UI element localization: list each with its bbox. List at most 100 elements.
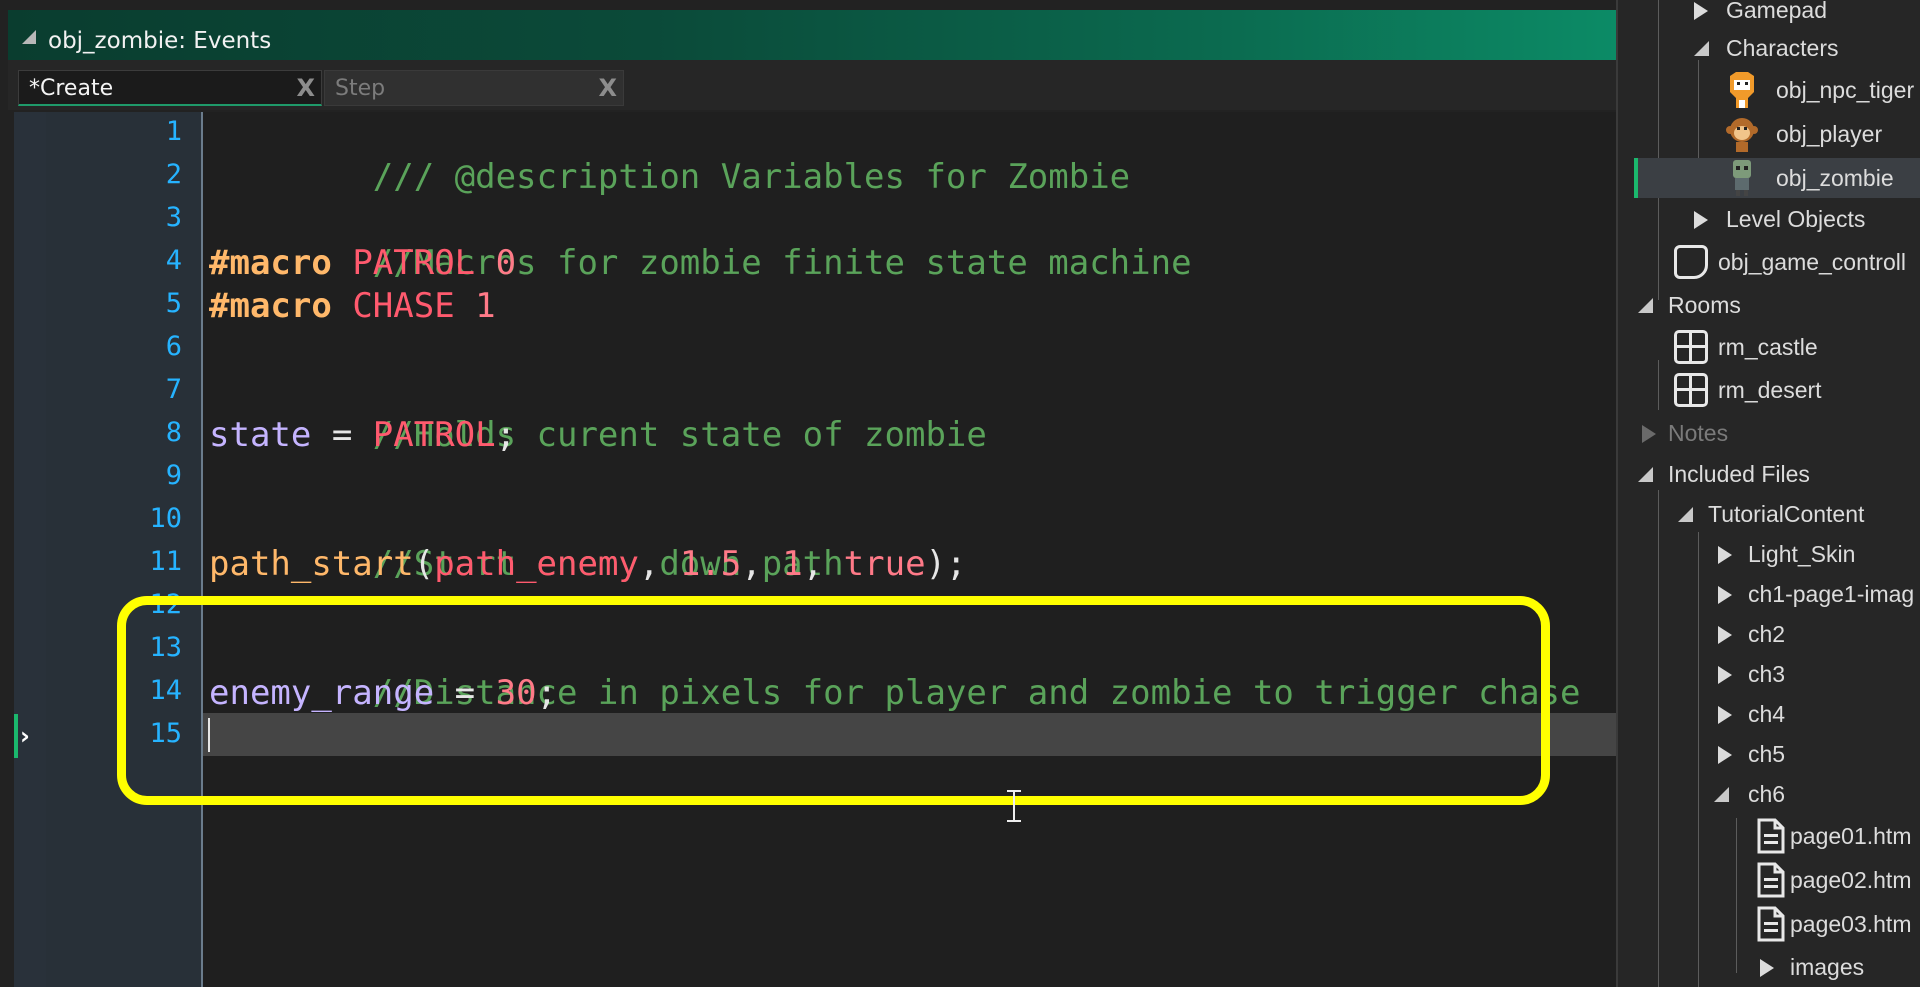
tab-create-label: *Create <box>29 76 114 101</box>
collapse-arrow-icon[interactable] <box>1678 507 1693 522</box>
tree-label: page01.htm <box>1790 823 1912 849</box>
tree-label: ch1-page1-imag <box>1748 581 1915 607</box>
tree-folder-ch1-page1-images[interactable]: ch1-page1-imag <box>1638 574 1920 614</box>
editor-title-bar[interactable]: obj_zombie: Events <box>8 10 1616 60</box>
code-line-4[interactable]: #macro PATROL 0 <box>209 242 516 285</box>
gutter-marker-column <box>14 112 46 987</box>
tab-create[interactable]: *Create X <box>18 70 322 106</box>
line-number: 10 <box>149 503 182 534</box>
code-punctuation: ); <box>925 544 967 584</box>
tab-step[interactable]: Step X <box>324 70 624 106</box>
expand-arrow-icon[interactable] <box>1694 2 1708 20</box>
line-number-gutter: 1 2 3 4 5 6 7 8 9 10 11 12 13 14 15 <box>46 112 203 987</box>
code-punctuation: ( <box>413 544 435 584</box>
tree-label: Notes <box>1668 420 1729 446</box>
tree-folder-included-files[interactable]: Included Files <box>1618 454 1920 494</box>
line-number: 3 <box>165 202 182 233</box>
tree-folder-ch3[interactable]: ch3 <box>1638 654 1920 694</box>
tree-folder-ch4[interactable]: ch4 <box>1638 694 1920 734</box>
line-number: 9 <box>165 460 182 491</box>
code-line-5[interactable]: #macro CHASE 1 <box>209 285 496 328</box>
tree-item-page02[interactable]: page02.htm <box>1638 860 1920 900</box>
collapse-arrow-icon[interactable] <box>1694 41 1709 56</box>
tree-item-obj-npc-tiger[interactable]: obj_npc_tiger <box>1638 70 1920 110</box>
code-line-11[interactable]: path_start(path_enemy, 1.5, 1, true); <box>209 543 967 586</box>
code-constant: CHASE <box>352 286 455 326</box>
tree-folder-gamepad[interactable]: Gamepad <box>1638 0 1920 30</box>
tab-create-close-icon[interactable]: X <box>296 71 315 105</box>
code-number: 1 <box>475 286 496 326</box>
tree-label: TutorialContent <box>1708 501 1865 527</box>
tree-folder-ch2[interactable]: ch2 <box>1638 614 1920 654</box>
tree-item-rm-castle[interactable]: rm_castle <box>1638 327 1920 367</box>
zombie-sprite-icon <box>1733 160 1751 196</box>
code-line-8[interactable]: state = PATROL; <box>209 414 516 457</box>
collapse-arrow-icon[interactable] <box>1714 787 1729 802</box>
window-collapse-icon[interactable] <box>22 30 36 44</box>
code-keyword: #macro <box>209 286 332 326</box>
tree-label: page02.htm <box>1790 867 1912 893</box>
tree-folder-characters[interactable]: Characters <box>1638 28 1920 68</box>
tab-step-close-icon[interactable]: X <box>598 71 617 105</box>
code-punctuation: , <box>741 544 783 584</box>
expand-arrow-icon[interactable] <box>1718 586 1732 604</box>
tree-label: ch4 <box>1748 701 1786 727</box>
line-number: 4 <box>165 245 182 276</box>
code-variable: state <box>209 415 312 455</box>
line-number: 8 <box>165 417 182 448</box>
selection-marker <box>1634 158 1638 198</box>
tree-label: ch3 <box>1748 661 1786 687</box>
expand-arrow-icon[interactable] <box>1694 211 1708 229</box>
tree-folder-rooms[interactable]: Rooms <box>1618 285 1920 325</box>
expand-arrow-icon[interactable] <box>1718 746 1732 764</box>
line-number: 7 <box>165 374 182 405</box>
expand-arrow-icon[interactable] <box>1718 546 1732 564</box>
tree-folder-ch5[interactable]: ch5 <box>1638 734 1920 774</box>
expand-arrow-icon[interactable] <box>1718 706 1732 724</box>
tree-label: Gamepad <box>1726 0 1828 23</box>
tree-folder-tutorial-content[interactable]: TutorialContent <box>1638 494 1920 534</box>
tree-label: page03.htm <box>1790 911 1912 937</box>
line-number: 6 <box>165 331 182 362</box>
tree-folder-level-objects[interactable]: Level Objects <box>1638 199 1920 239</box>
tree-folder-images[interactable]: images <box>1638 947 1920 987</box>
tree-folder-light-skin[interactable]: Light_Skin <box>1638 534 1920 574</box>
tab-step-label: Step <box>335 76 386 101</box>
tree-label: obj_player <box>1776 121 1883 147</box>
tree-item-obj-game-controller[interactable]: obj_game_controll <box>1638 242 1920 282</box>
code-constant: PATROL <box>352 243 476 283</box>
collapse-arrow-icon[interactable] <box>1638 467 1653 482</box>
tree-label: ch2 <box>1748 621 1786 647</box>
tree-item-page01[interactable]: page01.htm <box>1638 816 1920 856</box>
monkey-sprite-icon <box>1726 118 1758 152</box>
tree-label: rm_desert <box>1718 377 1822 403</box>
tree-item-page03[interactable]: page03.htm <box>1638 904 1920 944</box>
expand-arrow-icon[interactable] <box>1642 425 1656 443</box>
line-number: 5 <box>165 288 182 319</box>
tree-folder-notes[interactable]: Notes <box>1618 413 1920 453</box>
tree-label: ch5 <box>1748 741 1786 767</box>
expand-arrow-icon[interactable] <box>1718 626 1732 644</box>
line-number: 1 <box>165 116 182 147</box>
tree-label: rm_castle <box>1718 334 1818 360</box>
expand-arrow-icon[interactable] <box>1718 666 1732 684</box>
code-boolean: true <box>843 544 926 584</box>
tree-label: images <box>1790 954 1865 980</box>
room-icon <box>1674 330 1708 364</box>
tree-item-rm-desert[interactable]: rm_desert <box>1638 370 1920 410</box>
collapse-arrow-icon[interactable] <box>1638 298 1653 313</box>
yellow-highlight-annotation <box>117 596 1550 805</box>
code-number: 0 <box>495 243 517 283</box>
tree-folder-ch6[interactable]: ch6 <box>1638 774 1920 814</box>
modified-line-marker <box>14 714 18 758</box>
line-number: 11 <box>149 546 182 577</box>
tree-label: Rooms <box>1668 292 1741 318</box>
current-line-arrow-icon: › <box>20 722 30 750</box>
html-file-icon <box>1757 906 1785 942</box>
tree-item-obj-player[interactable]: obj_player <box>1638 114 1920 154</box>
tree-label: ch6 <box>1748 781 1786 807</box>
code-text-area[interactable]: /// @description Variables for Zombie //… <box>203 112 1616 987</box>
tree-item-obj-zombie[interactable]: obj_zombie <box>1638 158 1920 198</box>
ibeam-cursor-icon <box>1006 788 1022 824</box>
expand-arrow-icon[interactable] <box>1760 959 1774 977</box>
